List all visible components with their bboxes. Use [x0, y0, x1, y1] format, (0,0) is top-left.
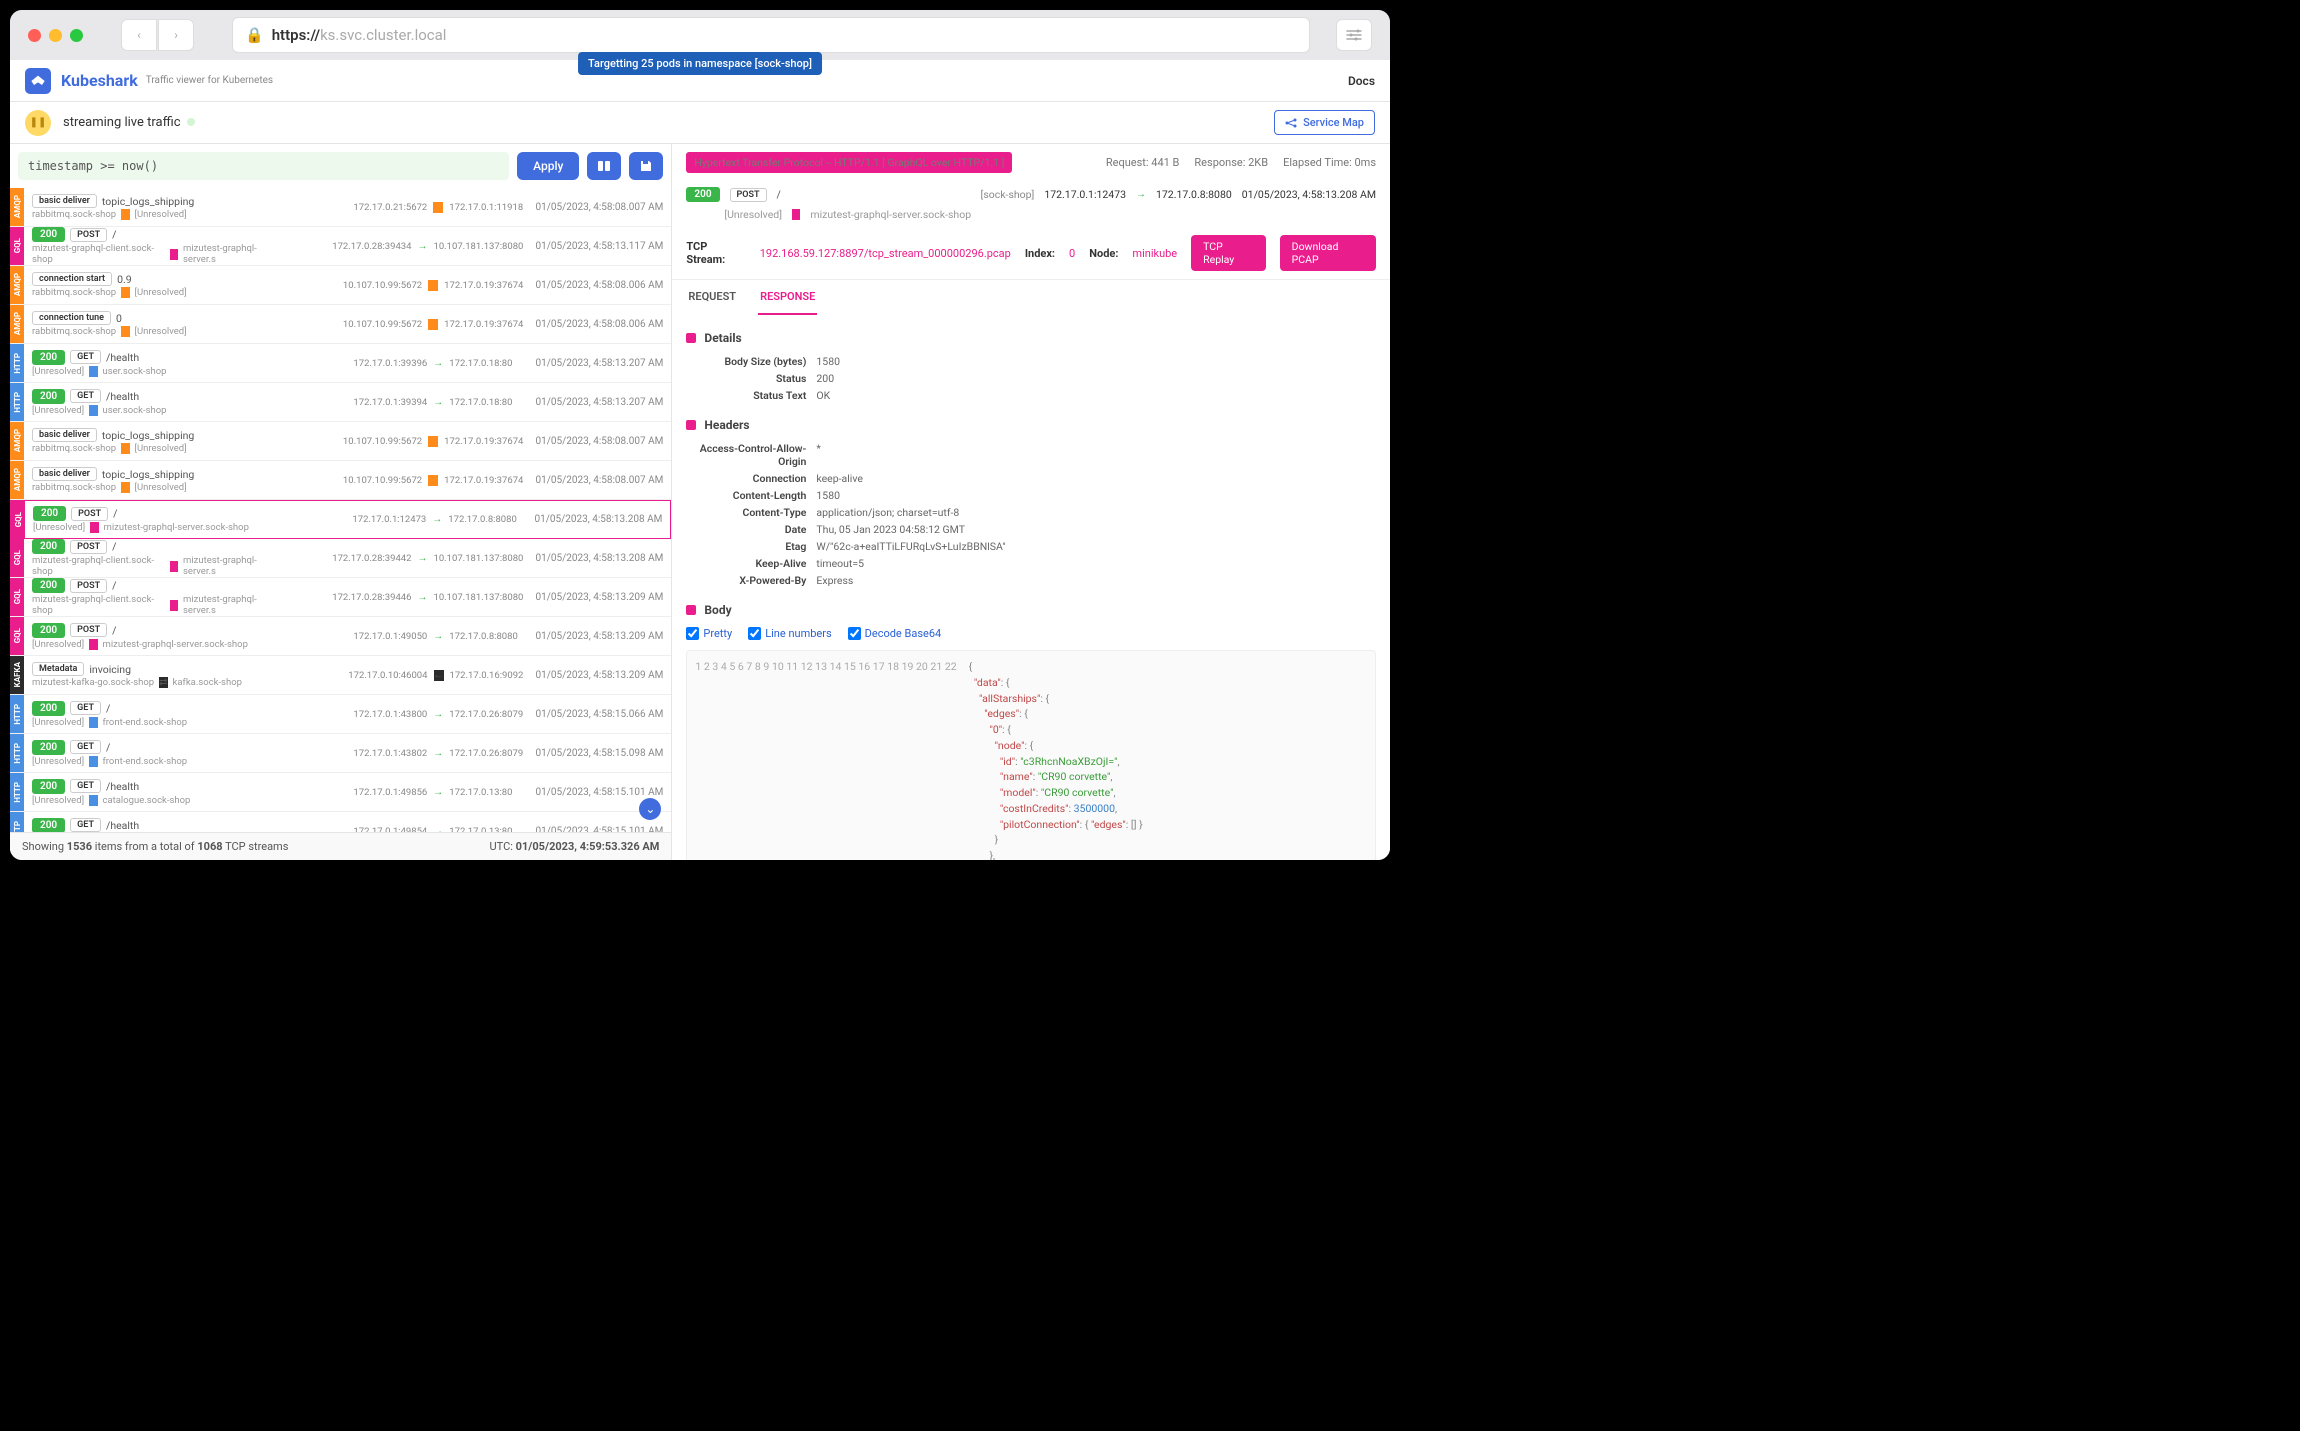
query-input[interactable]	[18, 152, 509, 180]
path: /	[777, 188, 781, 201]
elapsed-time: Elapsed Time: 0ms	[1283, 156, 1376, 169]
request-size: Request: 441 B	[1106, 156, 1180, 169]
pcap-link[interactable]: 192.168.59.127:8897/tcp_stream_000000296…	[760, 247, 1011, 260]
response-size: Response: 2KB	[1194, 156, 1268, 169]
traffic-row[interactable]: KAFKA Metadatainvoicing mizutest-kafka-g…	[10, 656, 671, 695]
protocol-badge: Hypertext Transfer Protocol -- HTTP/1.1 …	[686, 152, 1012, 173]
target-banner: Targetting 25 pods in namespace [sock-sh…	[578, 52, 822, 75]
traffic-row[interactable]: GQL 200POST/ [Unresolved]⇄mizutest-graph…	[10, 617, 671, 656]
protocol-tab: HTTP	[10, 734, 24, 772]
traffic-row[interactable]: AMQP connection tune0 rabbitmq.sock-shop…	[10, 305, 671, 344]
snippets-button[interactable]	[587, 152, 621, 180]
protocol-tab: AMQP	[10, 305, 24, 343]
namespace: [sock-shop]	[981, 188, 1035, 201]
settings-icon[interactable]	[1336, 19, 1372, 51]
src-ip: 172.17.0.1:12473	[1044, 188, 1126, 201]
traffic-row[interactable]: GQL 200POST/ [Unresolved]⇄mizutest-graph…	[10, 500, 671, 539]
docs-link[interactable]: Docs	[1348, 74, 1375, 88]
tcp-replay-button[interactable]: TCP Replay	[1191, 235, 1266, 271]
protocol-tab: AMQP	[10, 461, 24, 499]
traffic-row[interactable]: AMQP basic delivertopic_logs_shipping ra…	[10, 461, 671, 500]
tab-request[interactable]: REQUEST	[686, 280, 738, 315]
traffic-row[interactable]: HTTP 200GET/ [Unresolved]⇄front-end.sock…	[10, 734, 671, 773]
tcp-stream-label: TCP Stream:	[686, 240, 745, 266]
forward-button[interactable]: ›	[158, 19, 194, 51]
protocol-tab: AMQP	[10, 188, 24, 226]
protocol-tab: GQL	[11, 501, 25, 538]
protocol-tab: HTTP	[10, 383, 24, 421]
download-pcap-button[interactable]: Download PCAP	[1280, 235, 1376, 271]
traffic-row[interactable]: HTTP 200GET/health [Unresolved]⇄ 172.17.…	[10, 812, 671, 832]
live-indicator-icon	[187, 118, 195, 126]
service-map-button[interactable]: Service Map	[1274, 110, 1375, 135]
arrow-icon: →	[1136, 189, 1146, 200]
detail-timestamp: 01/05/2023, 4:58:13.208 AM	[1242, 188, 1376, 201]
tagline: Traffic viewer for Kubernetes	[146, 75, 273, 86]
minimize-icon[interactable]	[49, 29, 62, 42]
service-name: mizutest-graphql-server.sock-shop	[810, 208, 971, 221]
protocol-tab: AMQP	[10, 422, 24, 460]
close-icon[interactable]	[28, 29, 41, 42]
apply-button[interactable]: Apply	[517, 152, 579, 180]
logo-icon	[25, 68, 51, 94]
traffic-row[interactable]: GQL 200POST/ mizutest-graphql-client.soc…	[10, 227, 671, 266]
traffic-row[interactable]: HTTP 200GET/health [Unresolved]⇄user.soc…	[10, 383, 671, 422]
traffic-row[interactable]: AMQP connection start0.9 rabbitmq.sock-s…	[10, 266, 671, 305]
pause-button[interactable]: ❚❚	[25, 110, 51, 136]
traffic-row[interactable]: HTTP 200GET/health [Unresolved]⇄catalogu…	[10, 773, 671, 812]
footer-utc: UTC: 01/05/2023, 4:59:53.326 AM	[490, 840, 660, 853]
dst-ip: 172.17.0.8:8080	[1156, 188, 1232, 201]
traffic-row[interactable]: AMQP basic delivertopic_logs_shipping ra…	[10, 422, 671, 461]
traffic-row[interactable]: GQL 200POST/ mizutest-graphql-client.soc…	[10, 578, 671, 617]
traffic-row[interactable]: HTTP 200GET/ [Unresolved]⇄front-end.sock…	[10, 695, 671, 734]
traffic-list: AMQP basic delivertopic_logs_shipping ra…	[10, 188, 671, 832]
protocol-tab: HTTP	[10, 773, 24, 811]
protocol-tab: AMQP	[10, 266, 24, 304]
brand-name: Kubeshark	[61, 71, 138, 90]
traffic-row[interactable]: AMQP basic delivertopic_logs_shipping ra…	[10, 188, 671, 227]
back-button[interactable]: ‹	[121, 19, 157, 51]
swap-icon: ⇄	[792, 209, 800, 220]
tab-response[interactable]: RESPONSE	[758, 280, 817, 315]
maximize-icon[interactable]	[70, 29, 83, 42]
toolbar: ❚❚ streaming live traffic Service Map	[10, 102, 1390, 144]
footer-count: Showing 1536 items from a total of 1068 …	[22, 840, 288, 853]
method-badge: POST	[730, 188, 767, 202]
protocol-tab: HTTP	[10, 695, 24, 733]
save-button[interactable]	[629, 152, 663, 180]
protocol-tab: GQL	[10, 578, 24, 616]
traffic-row[interactable]: GQL 200POST/ mizutest-graphql-client.soc…	[10, 539, 671, 578]
url-bar[interactable]: 🔒 https://ks.svc.cluster.local	[232, 17, 1310, 53]
protocol-tab: GQL	[10, 617, 24, 655]
app-header: Kubeshark Traffic viewer for Kubernetes …	[10, 60, 1390, 102]
response-body: 1 2 3 4 5 6 7 8 9 10 11 12 13 14 15 16 1…	[686, 650, 1376, 860]
protocol-tab: HTTP	[10, 344, 24, 382]
protocol-tab: GQL	[10, 227, 24, 265]
protocol-tab: GQL	[10, 539, 24, 577]
lock-icon: 🔒	[245, 26, 264, 44]
protocol-tab: HTTP	[10, 812, 24, 832]
protocol-tab: KAFKA	[10, 656, 24, 694]
status-badge: 200	[686, 187, 719, 202]
traffic-row[interactable]: HTTP 200GET/health [Unresolved]⇄user.soc…	[10, 344, 671, 383]
detail-panel: DetailsBody Size (bytes)1580Status200Sta…	[672, 315, 1390, 860]
streaming-status: streaming live traffic	[63, 115, 195, 130]
